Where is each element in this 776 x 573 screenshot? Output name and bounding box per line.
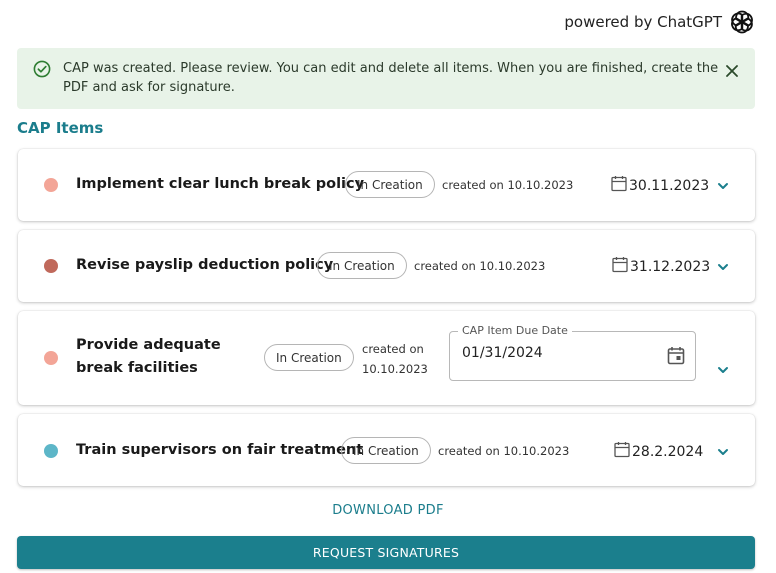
chevron-down-icon[interactable] bbox=[716, 362, 730, 376]
due-date-value: 30.11.2023 bbox=[629, 177, 710, 194]
cap-item-card[interactable]: Train supervisors on fair treatment In C… bbox=[18, 414, 755, 486]
status-badge: In Creation bbox=[264, 344, 354, 371]
created-date: created on 10.10.2023 bbox=[362, 342, 428, 376]
priority-dot bbox=[44, 259, 58, 273]
status-badge: In Creation bbox=[317, 252, 407, 279]
chevron-down-icon[interactable] bbox=[716, 259, 730, 273]
openai-logo-icon bbox=[728, 8, 756, 36]
success-alert: CAP was created. Please review. You can … bbox=[17, 48, 755, 109]
item-title: Revise payslip deduction policy bbox=[76, 257, 334, 273]
download-pdf-link[interactable]: DOWNLOAD PDF bbox=[0, 503, 776, 518]
close-icon[interactable] bbox=[722, 61, 742, 81]
calendar-icon bbox=[611, 175, 627, 196]
calendar-icon[interactable] bbox=[667, 346, 685, 369]
chevron-down-icon[interactable] bbox=[716, 444, 730, 458]
chevron-down-icon[interactable] bbox=[716, 178, 730, 192]
status-badge: In Creation bbox=[341, 437, 431, 464]
powered-by: powered by ChatGPT bbox=[564, 7, 756, 37]
cap-item-card[interactable]: Revise payslip deduction policy In Creat… bbox=[18, 230, 755, 302]
calendar-icon bbox=[612, 256, 628, 277]
item-title: Train supervisors on fair treatment bbox=[76, 442, 364, 458]
section-title: CAP Items bbox=[17, 119, 104, 137]
created-date: created on 10.10.2023 bbox=[438, 444, 570, 458]
request-signatures-button[interactable]: REQUEST SIGNATURES bbox=[17, 536, 755, 569]
alert-message: CAP was created. Please review. You can … bbox=[63, 61, 719, 95]
created-date: created on 10.10.2023 bbox=[442, 178, 574, 192]
priority-dot bbox=[44, 178, 58, 192]
due-date-input[interactable] bbox=[462, 345, 652, 361]
check-circle-icon bbox=[33, 60, 51, 82]
due-date[interactable]: 31.12.2023 bbox=[612, 256, 710, 277]
status-badge: In Creation bbox=[345, 171, 435, 198]
due-date-value: 28.2.2024 bbox=[632, 443, 704, 460]
item-title: Provide adequate break facilities bbox=[76, 337, 221, 376]
due-date[interactable]: 30.11.2023 bbox=[611, 175, 709, 196]
cap-item-card[interactable]: Provide adequate break facilities In Cre… bbox=[18, 311, 755, 405]
due-date-field[interactable]: CAP Item Due Date bbox=[449, 324, 696, 381]
due-date-label: CAP Item Due Date bbox=[458, 324, 572, 337]
due-date-value: 31.12.2023 bbox=[630, 258, 711, 275]
calendar-icon bbox=[614, 441, 630, 462]
priority-dot bbox=[44, 444, 58, 458]
item-title: Implement clear lunch break policy bbox=[76, 176, 365, 192]
cap-item-card[interactable]: Implement clear lunch break policy In Cr… bbox=[18, 149, 755, 221]
powered-by-label: powered by ChatGPT bbox=[564, 13, 722, 31]
due-date[interactable]: 28.2.2024 bbox=[614, 441, 703, 462]
priority-dot bbox=[44, 351, 58, 365]
created-date: created on 10.10.2023 bbox=[414, 259, 546, 273]
